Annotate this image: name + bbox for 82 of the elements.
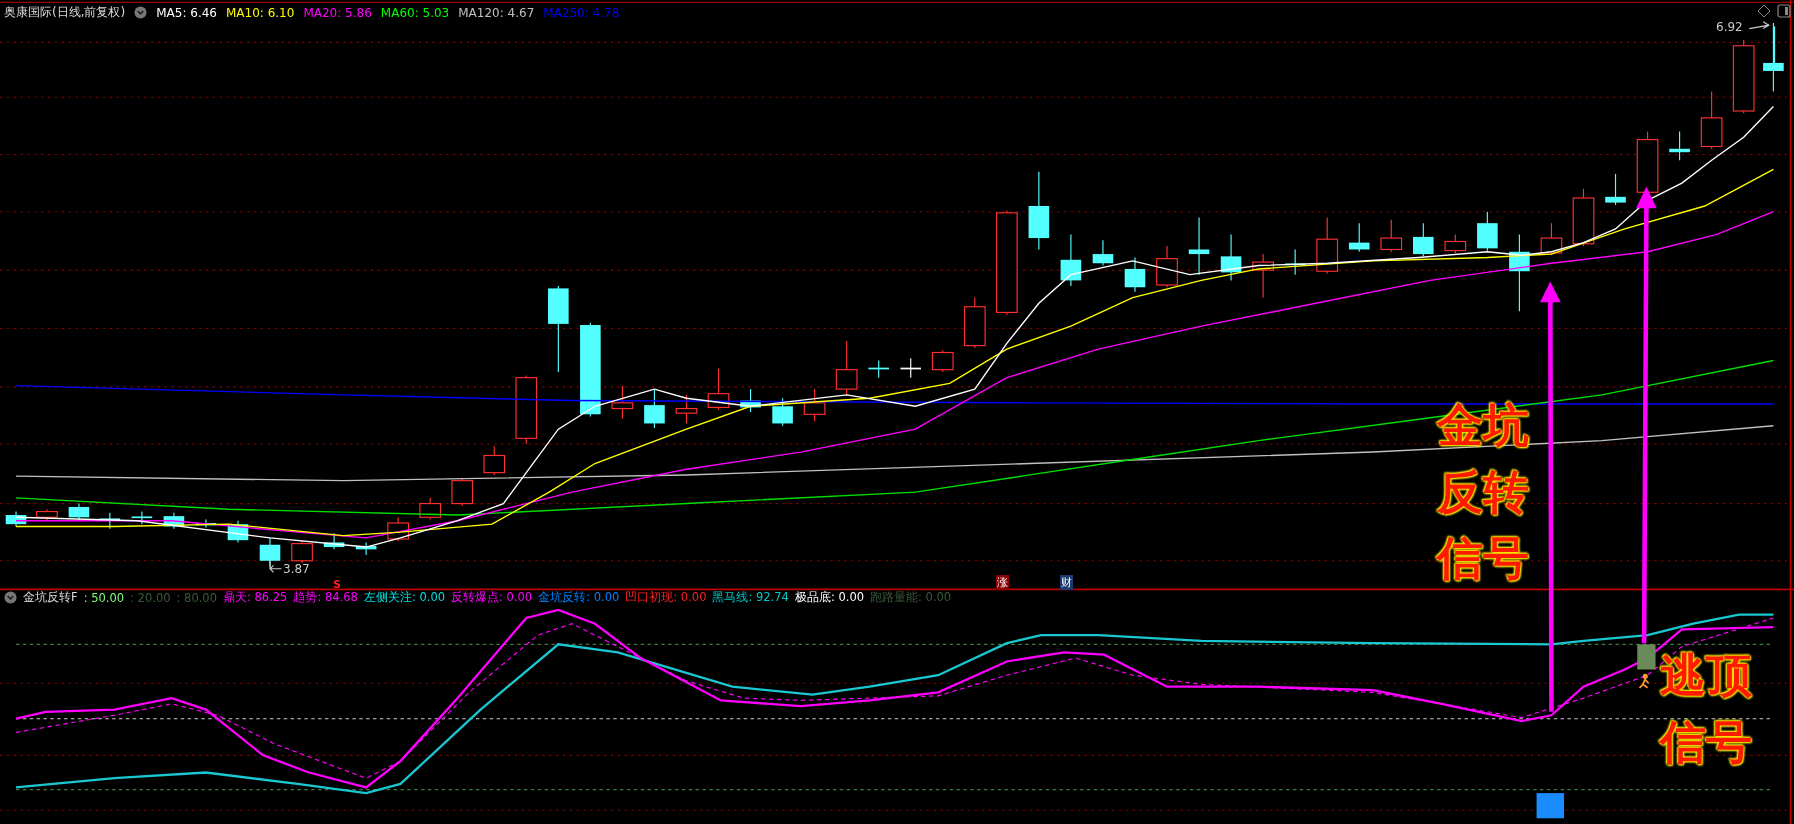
legend-value: 黑马线: 92.74 — [712, 590, 789, 605]
dropdown-icon[interactable] — [4, 591, 17, 604]
candlestick — [963, 297, 986, 349]
legend-value: 左侧关注: 0.00 — [363, 590, 446, 605]
candlestick — [1669, 131, 1690, 161]
candlestick — [291, 539, 313, 564]
candlestick — [1763, 22, 1784, 93]
candlestick — [419, 497, 442, 521]
candlestick — [707, 367, 730, 411]
candlestick — [675, 394, 698, 424]
legend-value: MA5: 6.46 — [156, 5, 217, 20]
candlestick — [1636, 131, 1659, 196]
candlestick — [644, 388, 665, 429]
candlestick — [355, 541, 377, 556]
candlestick — [451, 477, 474, 507]
legend-value: MA20: 5.86 — [303, 5, 372, 20]
candlestick — [835, 340, 858, 396]
candlestick — [1572, 188, 1595, 247]
candlestick — [1188, 216, 1210, 276]
candlestick — [99, 512, 121, 530]
legend-value: 趋势: 84.68 — [293, 590, 358, 605]
legend-value: : 20.00 — [130, 590, 171, 605]
event-badge[interactable]: 财 — [1060, 575, 1073, 590]
panel-icon[interactable] — [1777, 4, 1791, 18]
person-icon — [1638, 673, 1650, 689]
annotation-text: 逃顶信号 — [1660, 647, 1752, 771]
leader-arrow — [269, 560, 283, 573]
candlestick — [5, 511, 27, 527]
candlestick — [1348, 222, 1370, 253]
candlestick — [323, 532, 345, 550]
candlestick — [899, 357, 922, 379]
indicator-title: 金坑反转F — [23, 590, 78, 605]
candlestick — [1700, 91, 1723, 150]
legend-value: 金坑反转: 0.00 — [538, 590, 620, 605]
candlestick — [1124, 256, 1146, 293]
candlestick — [867, 359, 890, 379]
legend-value: 跑路量能: 0.00 — [870, 590, 952, 605]
legend-value: 鼎天: 86.25 — [223, 590, 288, 605]
candlestick — [130, 511, 154, 525]
candlestick — [483, 445, 506, 476]
legend-value: MA10: 6.10 — [225, 5, 295, 20]
legend-value: : 50.00 — [83, 590, 125, 605]
legend-value: MA120: 4.67 — [458, 5, 535, 20]
legend-value: MA250: 4.78 — [543, 5, 620, 20]
legend-value: MA60: 5.03 — [380, 5, 450, 20]
candlestick — [36, 508, 58, 522]
leader-arrow — [1748, 21, 1770, 30]
candlestick — [1380, 219, 1403, 253]
candlestick — [163, 512, 185, 530]
diamond-icon[interactable] — [1757, 4, 1771, 18]
signal-bar — [1536, 793, 1565, 819]
candlestick — [740, 388, 761, 413]
legend-value: : 80.00 — [176, 590, 217, 605]
candlestick — [1252, 253, 1274, 299]
chart-title: 奥康国际(日线,前复权) — [4, 4, 126, 21]
candlestick — [772, 397, 793, 427]
candlestick — [1316, 216, 1339, 275]
candlestick — [611, 385, 634, 420]
candlestick — [1477, 211, 1498, 252]
signal-marker: S — [333, 578, 341, 591]
candlestick — [1540, 222, 1563, 256]
candlestick — [1220, 234, 1242, 281]
legend-value: 凹口初现: 0.00 — [625, 590, 707, 605]
price-label: 3.87 — [283, 562, 310, 576]
candlestick — [1156, 245, 1178, 288]
candlestick — [1444, 234, 1467, 254]
candlestick — [931, 349, 954, 373]
candlestick — [1092, 239, 1114, 267]
candlestick — [1060, 234, 1082, 287]
candlestick — [803, 388, 826, 422]
candlestick — [387, 516, 410, 542]
dropdown-icon[interactable] — [134, 6, 148, 19]
price-label: 6.92 — [1716, 20, 1743, 34]
legend-value: 极品底: 0.00 — [794, 590, 865, 605]
candlestick — [227, 520, 249, 544]
candlestick — [515, 374, 538, 445]
annotation-text: 金坑反转信号 — [1437, 397, 1529, 588]
candlestick — [1605, 173, 1626, 206]
legend-value: 反转爆点: 0.00 — [451, 590, 533, 605]
signal-bar — [1637, 644, 1656, 670]
candlestick — [1413, 222, 1434, 257]
event-badge[interactable]: 涨 — [996, 575, 1009, 590]
